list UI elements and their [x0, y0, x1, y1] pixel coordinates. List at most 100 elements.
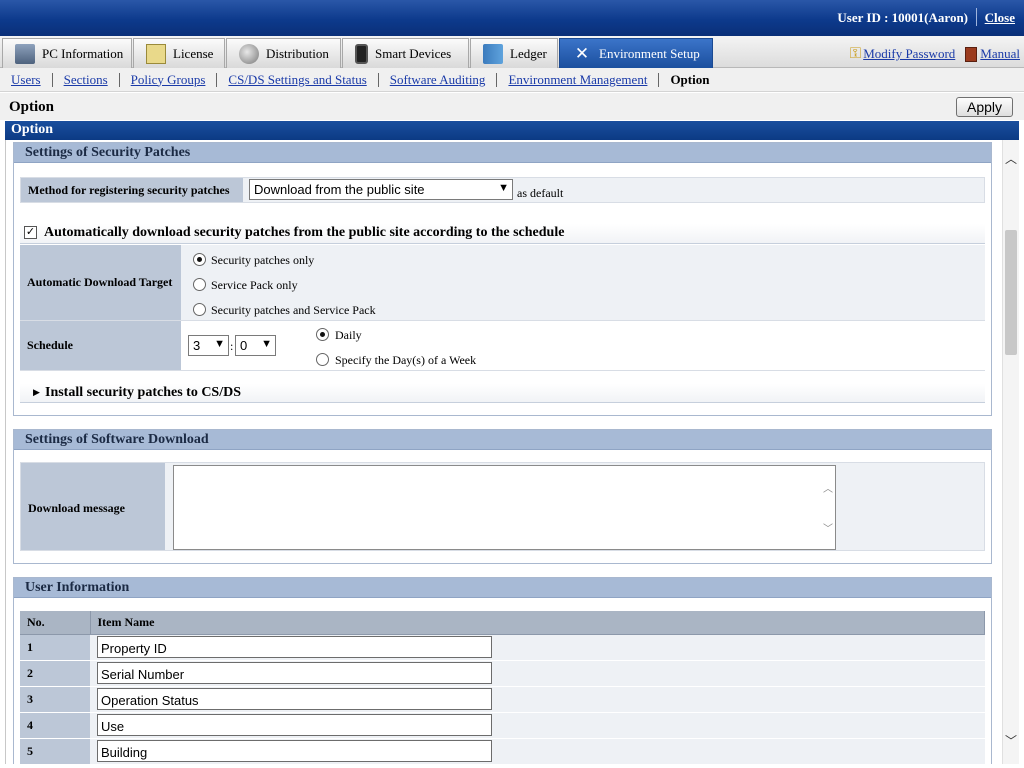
- method-row: Method for registering security patches …: [20, 177, 985, 203]
- user-information-table: No. Item Name 1 2 3 4: [20, 611, 985, 764]
- schedule-option-label: Daily: [335, 328, 362, 342]
- vertical-scrollbar[interactable]: ︿ ﹀: [1002, 140, 1019, 764]
- subnav-divider: [216, 72, 218, 87]
- subnav-policy-groups[interactable]: Policy Groups: [131, 72, 206, 88]
- chevron-up-icon: ︿: [823, 484, 833, 495]
- scrollbar-thumb[interactable]: [1005, 230, 1017, 355]
- security-patches-header: Settings of Security Patches: [14, 143, 991, 163]
- tab-license[interactable]: License: [133, 38, 225, 68]
- apply-button[interactable]: Apply: [956, 97, 1013, 117]
- scroll-down-icon[interactable]: ﹀: [1003, 732, 1019, 750]
- download-message-textarea[interactable]: ︿ ﹀: [173, 465, 836, 550]
- method-select-value: Download from the public site: [254, 182, 425, 197]
- main-tabs: PC Information License Distribution Smar…: [0, 36, 1024, 68]
- schedule-hour-value: 3: [193, 338, 201, 353]
- install-patches-toggle[interactable]: ▶ Install security patches to CS/DS: [20, 384, 985, 403]
- tab-label: Distribution: [266, 45, 329, 61]
- content-viewport[interactable]: Settings of Security Patches Method for …: [5, 140, 1019, 764]
- tab-label: Smart Devices: [375, 45, 452, 61]
- subnav-environment-management[interactable]: Environment Management: [508, 72, 647, 88]
- tab-label: Environment Setup: [599, 45, 700, 61]
- tab-ledger[interactable]: Ledger: [470, 38, 558, 68]
- table-header-row: No. Item Name: [20, 611, 985, 635]
- tab-label: Ledger: [510, 45, 547, 61]
- software-download-panel: Settings of Software Download Download m…: [13, 429, 992, 564]
- row-number: 2: [20, 660, 90, 687]
- scroll-up-icon[interactable]: ︿: [1003, 150, 1019, 168]
- item-name-input[interactable]: [97, 662, 492, 684]
- page-title-row: Option Apply: [0, 93, 1024, 120]
- tab-distribution[interactable]: Distribution: [226, 38, 341, 68]
- triangle-right-icon: ▶: [33, 387, 40, 397]
- download-target-label: Automatic Download Target: [20, 245, 181, 320]
- schedule-minute-select[interactable]: 0 ▼: [235, 335, 276, 356]
- subnav-csds-settings[interactable]: CS/DS Settings and Status: [228, 72, 366, 88]
- item-name-input[interactable]: [97, 714, 492, 736]
- schedule-radio-weekday[interactable]: [316, 353, 329, 366]
- target-radio-both[interactable]: [193, 303, 206, 316]
- subnav-divider: [51, 72, 53, 87]
- license-icon: [146, 43, 166, 64]
- page-title: Option: [9, 99, 55, 115]
- chevron-down-icon: ▼: [214, 338, 225, 350]
- target-option-label: Security patches only: [211, 253, 315, 267]
- security-patches-panel: Settings of Security Patches Method for …: [13, 142, 992, 416]
- item-name-input[interactable]: [97, 688, 492, 710]
- subnav-software-auditing[interactable]: Software Auditing: [390, 72, 486, 88]
- subnav-current-option: Option: [670, 71, 710, 87]
- software-download-header: Settings of Software Download: [14, 430, 991, 450]
- target-radio-service-pack[interactable]: [193, 278, 206, 291]
- manual-link[interactable]: Manual: [980, 46, 1020, 62]
- tab-smart-devices[interactable]: Smart Devices: [342, 38, 469, 68]
- subnav-users[interactable]: Users: [11, 72, 41, 88]
- row-number: 1: [20, 634, 90, 661]
- table-row: 1: [20, 634, 985, 661]
- schedule-radio-daily[interactable]: [316, 328, 329, 341]
- schedule-minute-value: 0: [240, 338, 248, 353]
- table-row: 3: [20, 686, 985, 713]
- header-links: ⚿ Modify Password Manual: [850, 45, 1020, 63]
- subnav-sections[interactable]: Sections: [64, 72, 108, 88]
- user-information-header: User Information: [14, 578, 991, 598]
- close-link[interactable]: Close: [985, 10, 1015, 26]
- schedule-row: Schedule 3 ▼ : 0 ▼ Daily Specify the Day…: [20, 321, 985, 371]
- target-option-label: Service Pack only: [211, 278, 298, 292]
- schedule-label: Schedule: [20, 321, 181, 370]
- chevron-down-icon: ▼: [498, 182, 509, 194]
- subnav-divider: [377, 72, 379, 87]
- tools-icon: ✕: [574, 43, 590, 63]
- schedule-hour-select[interactable]: 3 ▼: [188, 335, 229, 356]
- as-default-text: as default: [517, 186, 564, 200]
- user-information-panel: User Information No. Item Name 1 2 3: [13, 577, 992, 764]
- table-row: 2: [20, 660, 985, 687]
- schedule-option-label: Specify the Day(s) of a Week: [335, 353, 477, 367]
- manual-book-icon: [965, 46, 978, 62]
- row-number: 5: [20, 738, 90, 764]
- tab-pc-information[interactable]: PC Information: [2, 38, 132, 68]
- subnav-divider: [496, 72, 498, 87]
- top-bar: User ID : 10001(Aaron) Close: [0, 0, 1024, 36]
- column-header-no: No.: [20, 611, 91, 635]
- auto-download-checkbox[interactable]: ✓: [24, 226, 37, 239]
- download-message-row: Download message ︿ ﹀: [20, 462, 985, 551]
- download-target-row: Automatic Download Target Security patch…: [20, 245, 985, 321]
- item-name-input[interactable]: [97, 636, 492, 658]
- table-row: 5: [20, 738, 985, 764]
- install-patches-label: Install security patches to CS/DS: [45, 385, 242, 400]
- target-radio-security-patches[interactable]: [193, 253, 206, 266]
- item-name-input[interactable]: [97, 740, 492, 762]
- table-row: 4: [20, 712, 985, 739]
- row-number: 4: [20, 712, 90, 739]
- method-label: Method for registering security patches: [21, 178, 243, 202]
- tab-label: PC Information: [42, 45, 124, 61]
- column-header-item-name: Item Name: [90, 611, 985, 635]
- chevron-down-icon: ▼: [261, 338, 272, 350]
- tab-environment-setup[interactable]: ✕ Environment Setup: [559, 38, 713, 68]
- distribution-icon: [239, 43, 259, 64]
- key-icon: ⚿: [849, 46, 862, 62]
- download-message-label: Download message: [21, 463, 165, 550]
- modify-password-link[interactable]: Modify Password: [863, 46, 955, 62]
- row-number: 3: [20, 686, 90, 713]
- option-section-header: Option: [5, 121, 1019, 140]
- method-select[interactable]: Download from the public site ▼: [249, 179, 513, 200]
